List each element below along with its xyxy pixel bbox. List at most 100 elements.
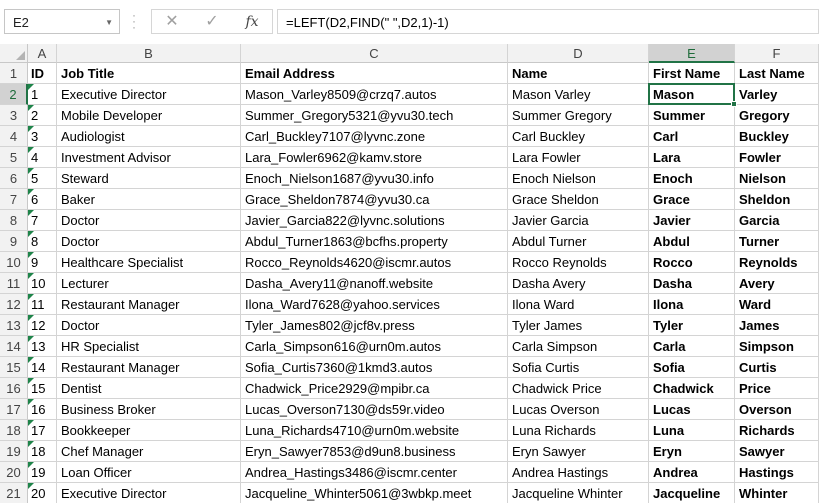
row-header-17[interactable]: 17 [0, 399, 28, 420]
cell-a6[interactable]: 5 [28, 168, 57, 189]
cell-a11[interactable]: 10 [28, 273, 57, 294]
column-header-d[interactable]: D [508, 44, 649, 63]
cell-f17[interactable]: Overson [735, 399, 819, 420]
cell-f6[interactable]: Nielson [735, 168, 819, 189]
cell-f13[interactable]: James [735, 315, 819, 336]
cell-d5[interactable]: Lara Fowler [508, 147, 649, 168]
cell-e14[interactable]: Carla [649, 336, 735, 357]
cell-f14[interactable]: Simpson [735, 336, 819, 357]
row-header-1[interactable]: 1 [0, 63, 28, 84]
cell-c15[interactable]: Sofia_Curtis7360@1kmd3.autos [241, 357, 508, 378]
cell-d12[interactable]: Ilona Ward [508, 294, 649, 315]
cell-c6[interactable]: Enoch_Nielson1687@yvu30.info [241, 168, 508, 189]
cell-d4[interactable]: Carl Buckley [508, 126, 649, 147]
cell-e8[interactable]: Javier [649, 210, 735, 231]
cell-d7[interactable]: Grace Sheldon [508, 189, 649, 210]
cell-e10[interactable]: Rocco [649, 252, 735, 273]
cell-a2[interactable]: 1 [28, 84, 57, 105]
cell-a12[interactable]: 11 [28, 294, 57, 315]
cell-e20[interactable]: Andrea [649, 462, 735, 483]
cell-a9[interactable]: 8 [28, 231, 57, 252]
cell-d21[interactable]: Jacqueline Whinter [508, 483, 649, 503]
cell-e11[interactable]: Dasha [649, 273, 735, 294]
cell-c5[interactable]: Lara_Fowler6962@kamv.store [241, 147, 508, 168]
cell-e7[interactable]: Grace [649, 189, 735, 210]
cell-b3[interactable]: Mobile Developer [57, 105, 241, 126]
cell-c8[interactable]: Javier_Garcia822@lyvnc.solutions [241, 210, 508, 231]
cell-c12[interactable]: Ilona_Ward7628@yahoo.services [241, 294, 508, 315]
row-header-4[interactable]: 4 [0, 126, 28, 147]
cell-b21[interactable]: Executive Director [57, 483, 241, 503]
cell-a14[interactable]: 13 [28, 336, 57, 357]
cell-a5[interactable]: 4 [28, 147, 57, 168]
cell-c9[interactable]: Abdul_Turner1863@bcfhs.property [241, 231, 508, 252]
row-header-8[interactable]: 8 [0, 210, 28, 231]
column-header-f[interactable]: F [735, 44, 819, 63]
cell-a16[interactable]: 15 [28, 378, 57, 399]
cell-c2[interactable]: Mason_Varley8509@crzq7.autos [241, 84, 508, 105]
cell-f10[interactable]: Reynolds [735, 252, 819, 273]
cell-a13[interactable]: 12 [28, 315, 57, 336]
row-header-19[interactable]: 19 [0, 441, 28, 462]
cell-d18[interactable]: Luna Richards [508, 420, 649, 441]
cell-c7[interactable]: Grace_Sheldon7874@yvu30.ca [241, 189, 508, 210]
cell-a15[interactable]: 14 [28, 357, 57, 378]
cell-d8[interactable]: Javier Garcia [508, 210, 649, 231]
cell-c13[interactable]: Tyler_James802@jcf8v.press [241, 315, 508, 336]
cell-b16[interactable]: Dentist [57, 378, 241, 399]
row-header-20[interactable]: 20 [0, 462, 28, 483]
cell-a17[interactable]: 16 [28, 399, 57, 420]
cell-a19[interactable]: 18 [28, 441, 57, 462]
row-header-14[interactable]: 14 [0, 336, 28, 357]
cell-c21[interactable]: Jacqueline_Whinter5061@3wbkp.meet [241, 483, 508, 503]
cell-b1[interactable]: Job Title [57, 63, 241, 84]
spreadsheet-grid[interactable]: A B C D E F 1 ID Job Title Email Address Name First… [0, 44, 819, 503]
cell-c10[interactable]: Rocco_Reynolds4620@iscmr.autos [241, 252, 508, 273]
column-header-c[interactable]: C [241, 44, 508, 63]
row-header-16[interactable]: 16 [0, 378, 28, 399]
cell-c14[interactable]: Carla_Simpson616@urn0m.autos [241, 336, 508, 357]
cell-b8[interactable]: Doctor [57, 210, 241, 231]
cell-c1[interactable]: Email Address [241, 63, 508, 84]
column-header-a[interactable]: A [28, 44, 57, 63]
cell-b9[interactable]: Doctor [57, 231, 241, 252]
cell-a1[interactable]: ID [28, 63, 57, 84]
row-header-15[interactable]: 15 [0, 357, 28, 378]
cell-e3[interactable]: Summer [649, 105, 735, 126]
cell-d20[interactable]: Andrea Hastings [508, 462, 649, 483]
cell-f18[interactable]: Richards [735, 420, 819, 441]
cell-e5[interactable]: Lara [649, 147, 735, 168]
insert-function-icon[interactable]: fx [240, 12, 264, 32]
cell-a20[interactable]: 19 [28, 462, 57, 483]
cell-a10[interactable]: 9 [28, 252, 57, 273]
cell-c11[interactable]: Dasha_Avery11@nanoff.website [241, 273, 508, 294]
cancel-icon[interactable]: ✕ [160, 12, 184, 32]
cell-c4[interactable]: Carl_Buckley7107@lyvnc.zone [241, 126, 508, 147]
cell-e15[interactable]: Sofia [649, 357, 735, 378]
cell-c18[interactable]: Luna_Richards4710@urn0m.website [241, 420, 508, 441]
cell-b13[interactable]: Doctor [57, 315, 241, 336]
row-header-21[interactable]: 21 [0, 483, 28, 503]
cell-b7[interactable]: Baker [57, 189, 241, 210]
row-header-13[interactable]: 13 [0, 315, 28, 336]
cell-f12[interactable]: Ward [735, 294, 819, 315]
cell-e16[interactable]: Chadwick [649, 378, 735, 399]
cell-f4[interactable]: Buckley [735, 126, 819, 147]
cell-d1[interactable]: Name [508, 63, 649, 84]
cell-e13[interactable]: Tyler [649, 315, 735, 336]
cell-d3[interactable]: Summer Gregory [508, 105, 649, 126]
cell-b2[interactable]: Executive Director [57, 84, 241, 105]
row-header-11[interactable]: 11 [0, 273, 28, 294]
cell-e21[interactable]: Jacqueline [649, 483, 735, 503]
cell-e1[interactable]: First Name [649, 63, 735, 84]
row-header-2[interactable]: 2 [0, 84, 28, 105]
cell-b12[interactable]: Restaurant Manager [57, 294, 241, 315]
cell-a8[interactable]: 7 [28, 210, 57, 231]
row-header-3[interactable]: 3 [0, 105, 28, 126]
row-header-7[interactable]: 7 [0, 189, 28, 210]
cell-f5[interactable]: Fowler [735, 147, 819, 168]
cell-b10[interactable]: Healthcare Specialist [57, 252, 241, 273]
cell-f9[interactable]: Turner [735, 231, 819, 252]
cell-e12[interactable]: Ilona [649, 294, 735, 315]
cell-b18[interactable]: Bookkeeper [57, 420, 241, 441]
